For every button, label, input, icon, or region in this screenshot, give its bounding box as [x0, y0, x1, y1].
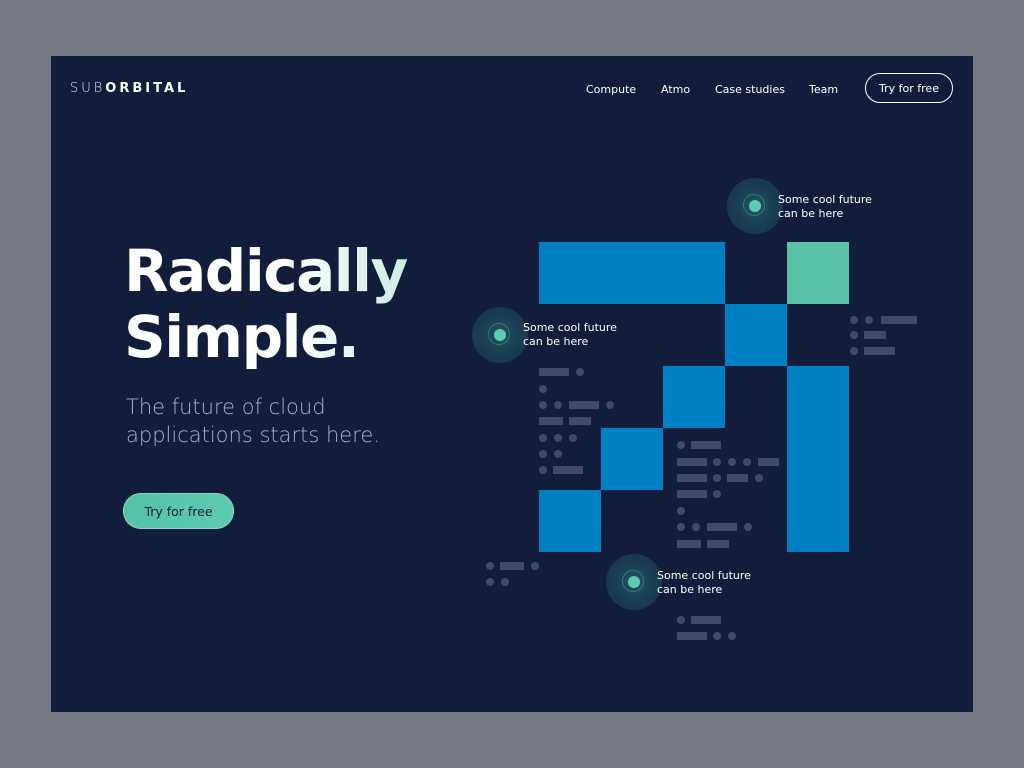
decor-dot: [539, 450, 547, 458]
callout-text-line: can be here: [523, 335, 589, 348]
decor-dot: [554, 450, 562, 458]
decor-bar: [677, 540, 701, 548]
callout-text-line: Some cool future: [778, 193, 872, 206]
decor-bar: [677, 490, 707, 498]
decor-dot: [539, 401, 547, 409]
callout-text-left: Some cool future can be here: [523, 321, 633, 349]
blue-block-step-3: [601, 428, 663, 490]
decor-bar: [677, 474, 707, 482]
callout-dot: [628, 576, 640, 588]
callout-text-line: can be here: [778, 207, 844, 220]
blue-block-bottom: [539, 490, 601, 552]
teal-block: [787, 242, 849, 304]
decor-bar: [758, 458, 779, 466]
callout-dot-icon[interactable]: [727, 178, 783, 234]
decor-bar: [569, 401, 599, 409]
decor-dot: [606, 401, 614, 409]
decor-dot: [539, 385, 547, 393]
decor-bar: [691, 616, 721, 624]
decor-bar: [677, 458, 707, 466]
decor-dot: [677, 507, 685, 515]
decor-bar: [707, 523, 737, 531]
blue-block-column: [787, 366, 849, 552]
decor-bar: [553, 466, 583, 474]
callout-dot: [494, 329, 506, 341]
decor-bar: [539, 368, 569, 376]
callout-dot-icon[interactable]: [472, 307, 528, 363]
decor-dot: [728, 458, 736, 466]
decor-bar: [864, 331, 886, 339]
blue-block-step-1: [725, 304, 787, 366]
decor-dot: [677, 441, 685, 449]
decor-dot: [677, 616, 685, 624]
callout-dot: [749, 200, 761, 212]
decor-dot: [728, 632, 736, 640]
decor-bar: [881, 316, 917, 324]
callout-text-top: Some cool future can be here: [778, 193, 888, 221]
hero-illustration: [486, 242, 917, 640]
blue-block-step-2: [663, 366, 725, 428]
decor-dot: [554, 434, 562, 442]
decor-dot: [486, 578, 494, 586]
decor-bar: [677, 632, 707, 640]
callout-dot-icon[interactable]: [606, 554, 662, 610]
decor-dot: [692, 523, 700, 531]
decor-bar: [727, 474, 748, 482]
decor-dot: [755, 474, 763, 482]
decor-dot: [713, 474, 721, 482]
decor-dot: [531, 562, 539, 570]
blue-block-top: [539, 242, 725, 304]
decor-bar: [539, 417, 563, 425]
decor-dot: [501, 578, 509, 586]
decor-bar: [500, 562, 524, 570]
block-shape: [539, 242, 849, 552]
decor-dot: [713, 458, 721, 466]
decor-dot: [865, 316, 873, 324]
decor-dot: [569, 434, 577, 442]
decor-dot: [850, 347, 858, 355]
decor-dot: [743, 458, 751, 466]
decor-dot: [539, 466, 547, 474]
decor-bar: [569, 417, 591, 425]
decor-dot: [576, 368, 584, 376]
decor-dot: [744, 523, 752, 531]
decor-bar: [864, 347, 895, 355]
decor-dot: [850, 331, 858, 339]
decor-dot: [486, 562, 494, 570]
decor-dot: [713, 490, 721, 498]
decor-dot: [713, 632, 721, 640]
decor-bar: [691, 441, 721, 449]
decor-dot: [677, 523, 685, 531]
callout-text-line: Some cool future: [657, 569, 751, 582]
callout-text-bottom: Some cool future can be here: [657, 569, 767, 597]
callout-text-line: Some cool future: [523, 321, 617, 334]
decor-bar: [707, 540, 729, 548]
decor-dot: [554, 401, 562, 409]
callout-text-line: can be here: [657, 583, 723, 596]
landing-page: SUBORBITAL Compute Atmo Case studies Tea…: [51, 56, 973, 712]
decor-dot: [850, 316, 858, 324]
decor-dot: [539, 434, 547, 442]
